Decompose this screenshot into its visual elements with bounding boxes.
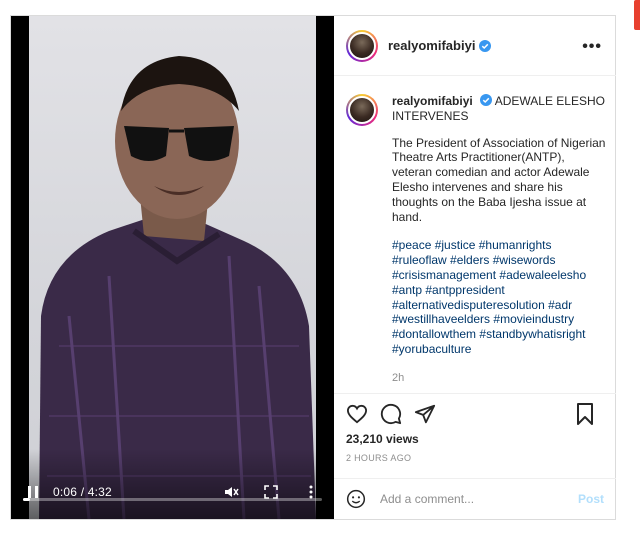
caption-body: The President of Association of Nigerian… [392, 135, 606, 224]
verified-badge-icon [479, 39, 492, 52]
post-details-panel: realyomifabiyi ••• realyomifabiyi ADEWAL… [334, 16, 616, 519]
hashtag-link[interactable]: #elders [450, 253, 489, 267]
mute-icon[interactable] [222, 483, 240, 501]
hashtag-link[interactable]: #justice [435, 238, 476, 252]
hashtag-link[interactable]: #dontallowthem [392, 327, 476, 341]
hashtag-list: #peace #justice #humanrights #ruleoflaw … [392, 238, 606, 356]
video-frame-person [39, 56, 316, 519]
comment-input[interactable] [380, 492, 560, 506]
hashtag-link[interactable]: #adewaleelesho [499, 268, 586, 282]
post-header: realyomifabiyi ••• [334, 16, 616, 76]
caption-age: 2h [392, 371, 405, 384]
hashtag-link[interactable]: #wisewords [493, 253, 556, 267]
avatar[interactable] [346, 29, 378, 62]
fullscreen-icon[interactable] [262, 483, 280, 501]
hashtag-link[interactable]: #antp [392, 283, 422, 297]
hashtag-link[interactable]: #crisismanagement [392, 268, 496, 282]
video-controls: 0:06 / 4:32 [11, 477, 334, 507]
emoji-icon[interactable] [346, 489, 366, 509]
comment-bar: Post [334, 478, 616, 519]
caption-username[interactable]: realyomifabiyi [392, 94, 473, 108]
hashtag-link[interactable]: #alternativedisputeresolution [392, 298, 545, 312]
hashtag-link[interactable]: #adr [548, 298, 572, 312]
more-options-button[interactable]: ••• [582, 38, 602, 56]
hashtag-link[interactable]: #humanrights [479, 238, 552, 252]
view-count[interactable]: 23,210 views [346, 432, 419, 446]
more-options-icon[interactable] [302, 483, 320, 501]
caption-avatar[interactable] [346, 94, 378, 126]
hashtag-link[interactable]: #ruleoflaw [392, 253, 447, 267]
verified-badge-icon [480, 94, 493, 106]
hashtag-link[interactable]: #peace [392, 238, 431, 252]
comment-icon[interactable] [380, 403, 402, 425]
post-comment-button[interactable]: Post [578, 492, 604, 506]
post-date: 2 HOURS AGO [346, 453, 412, 463]
heart-icon[interactable] [346, 403, 368, 425]
bookmark-icon[interactable] [574, 403, 596, 425]
pause-icon[interactable] [25, 484, 41, 500]
action-bar [346, 402, 608, 426]
hashtag-link[interactable]: #movieindustry [493, 312, 574, 326]
divider [334, 393, 616, 394]
hashtag-link[interactable]: #yorubaculture [392, 342, 471, 356]
video-time: 0:06 / 4:32 [53, 485, 112, 499]
hashtag-link[interactable]: #standbywhatisright [479, 327, 585, 341]
share-icon[interactable] [414, 403, 436, 425]
hashtag-link[interactable]: #antppresident [425, 283, 504, 297]
window-edge-marker [634, 0, 640, 30]
hashtag-link[interactable]: #westillhaveelders [392, 312, 490, 326]
header-username[interactable]: realyomifabiyi [388, 38, 475, 53]
instagram-post: 0:06 / 4:32 realyomifabiyi ••• realyomif… [10, 15, 616, 520]
video-player[interactable]: 0:06 / 4:32 [11, 16, 334, 519]
caption: realyomifabiyi ADEWALE ELESHO INTERVENES… [346, 94, 608, 386]
